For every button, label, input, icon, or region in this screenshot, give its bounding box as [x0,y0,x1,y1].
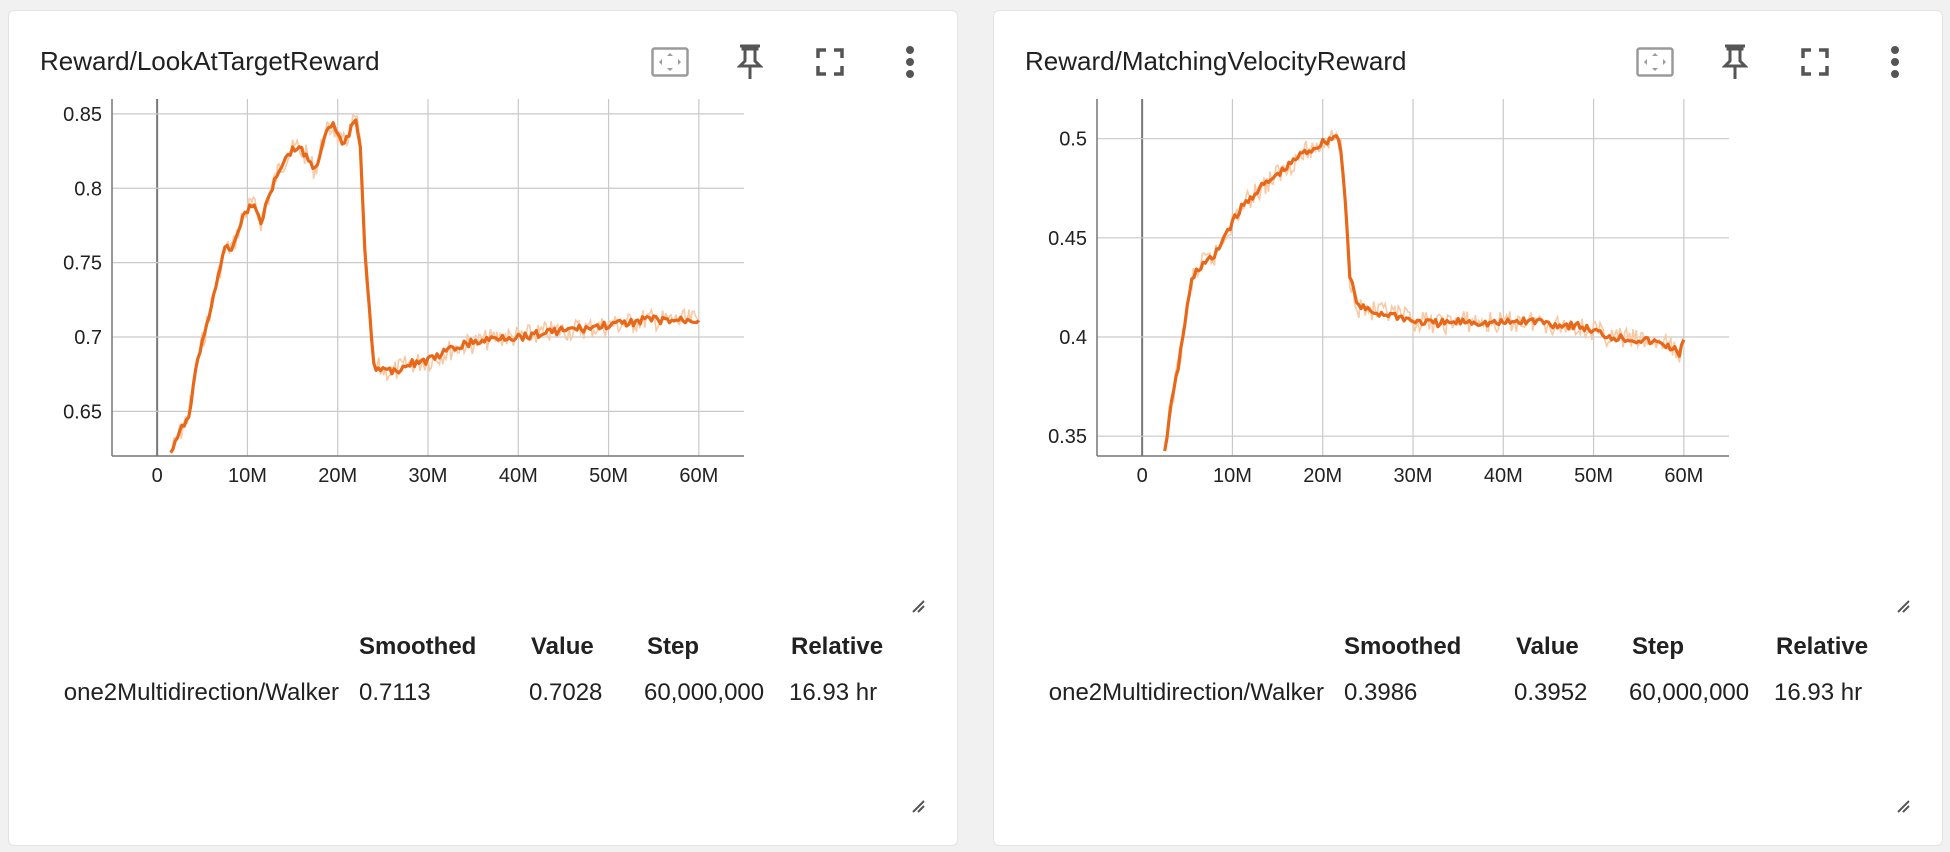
fit-domain-button[interactable] [1628,37,1682,87]
smoothed-series-line [1163,134,1686,452]
pin-button[interactable] [1708,37,1762,87]
x-tick-label: 30M [409,465,448,487]
more-vert-icon [906,46,914,78]
chart-card-matching-velocity: Reward/MatchingVelocityReward 0 10M 20M 30M… [993,10,1943,846]
header-step: Step [647,633,700,660]
smoothed-series-line [169,118,701,454]
resize-handle-icon[interactable] [911,799,925,813]
x-tick-label: 60M [1664,465,1703,487]
y-tick-label: 0.75 [63,253,102,275]
x-tick-label: 10M [228,465,267,487]
data-table: Smoothed Value Step Relative one2Multidi… [9,623,957,703]
header-relative: Relative [1776,633,1869,660]
header-step: Step [1632,633,1685,660]
header-smoothed: Smoothed [359,633,477,660]
step-value: 60,000,000 [644,679,765,703]
more-options-button[interactable] [1868,37,1922,87]
line-chart[interactable]: 0 10M 20M 30M 40M 50M 60M 0.35 0.4 0.45 0.5 [994,99,1943,619]
chart-card-look-at-target: Reward/LookAtTargetReward 0 10M 20M 30M 40M 5… [8,10,958,846]
raw-value: 0.3952 [1514,679,1588,703]
x-tick-label: 20M [318,465,357,487]
pin-icon [1722,44,1748,79]
relative-value: 16.93 hr [789,679,878,703]
run-name: one2Multidirection/Walker [63,679,339,703]
header-value: Value [531,633,594,660]
fullscreen-icon [816,48,844,76]
header-relative: Relative [791,633,884,660]
y-tick-label: 0.8 [74,178,102,200]
y-tick-label: 0.45 [1048,228,1087,250]
run-name-cell: one2Multidirection/Walker [9,673,339,703]
y-tick-label: 0.85 [63,104,102,126]
card-toolbar [1628,37,1922,87]
pin-button[interactable] [723,37,777,87]
x-tick-label: 50M [1574,465,1613,487]
raw-series-line [170,113,698,454]
fit-domain-icon [1636,47,1674,77]
data-table: Smoothed Value Step Relative one2Multidi… [994,623,1942,703]
line-chart[interactable]: 0 10M 20M 30M 40M 50M 60M 0.65 0.7 0.75 0.8 0.85 [9,99,958,619]
smoothed-value: 0.7113 [359,679,431,703]
x-tick-label: 20M [1303,465,1342,487]
x-tick-label: 10M [1213,465,1252,487]
y-tick-label: 0.7 [74,327,102,349]
fit-domain-icon [651,47,689,77]
header-value: Value [1516,633,1579,660]
resize-handle-icon[interactable] [911,599,925,613]
fullscreen-icon [1801,48,1829,76]
card-toolbar [643,37,937,87]
x-tick-label: 50M [589,465,628,487]
x-tick-label: 30M [1394,465,1433,487]
resize-handle-icon[interactable] [1896,799,1910,813]
x-tick-label: 40M [1484,465,1523,487]
fullscreen-button[interactable] [1788,37,1842,87]
y-tick-label: 0.5 [1059,129,1087,151]
card-title: Reward/MatchingVelocityReward [1025,46,1407,76]
x-tick-label: 0 [152,465,163,487]
x-tick-label: 0 [1137,465,1148,487]
x-tick-label: 40M [499,465,538,487]
relative-value: 16.93 hr [1774,679,1863,703]
raw-series-line [1163,129,1684,444]
fit-domain-button[interactable] [643,37,697,87]
pin-icon [737,44,763,79]
step-value: 60,000,000 [1629,679,1750,703]
run-name-cell: one2Multidirection/Walker [994,673,1324,703]
smoothed-value: 0.3986 [1344,679,1418,703]
card-title: Reward/LookAtTargetReward [40,46,380,76]
y-tick-label: 0.65 [63,401,102,423]
x-tick-label: 60M [679,465,718,487]
more-vert-icon [1891,46,1899,78]
y-tick-label: 0.4 [1059,327,1087,349]
y-tick-label: 0.35 [1048,426,1087,448]
more-options-button[interactable] [883,37,937,87]
resize-handle-icon[interactable] [1896,599,1910,613]
run-name: one2Multidirection/Walker [1048,679,1324,703]
header-smoothed: Smoothed [1344,633,1462,660]
raw-value: 0.7028 [529,679,603,703]
fullscreen-button[interactable] [803,37,857,87]
